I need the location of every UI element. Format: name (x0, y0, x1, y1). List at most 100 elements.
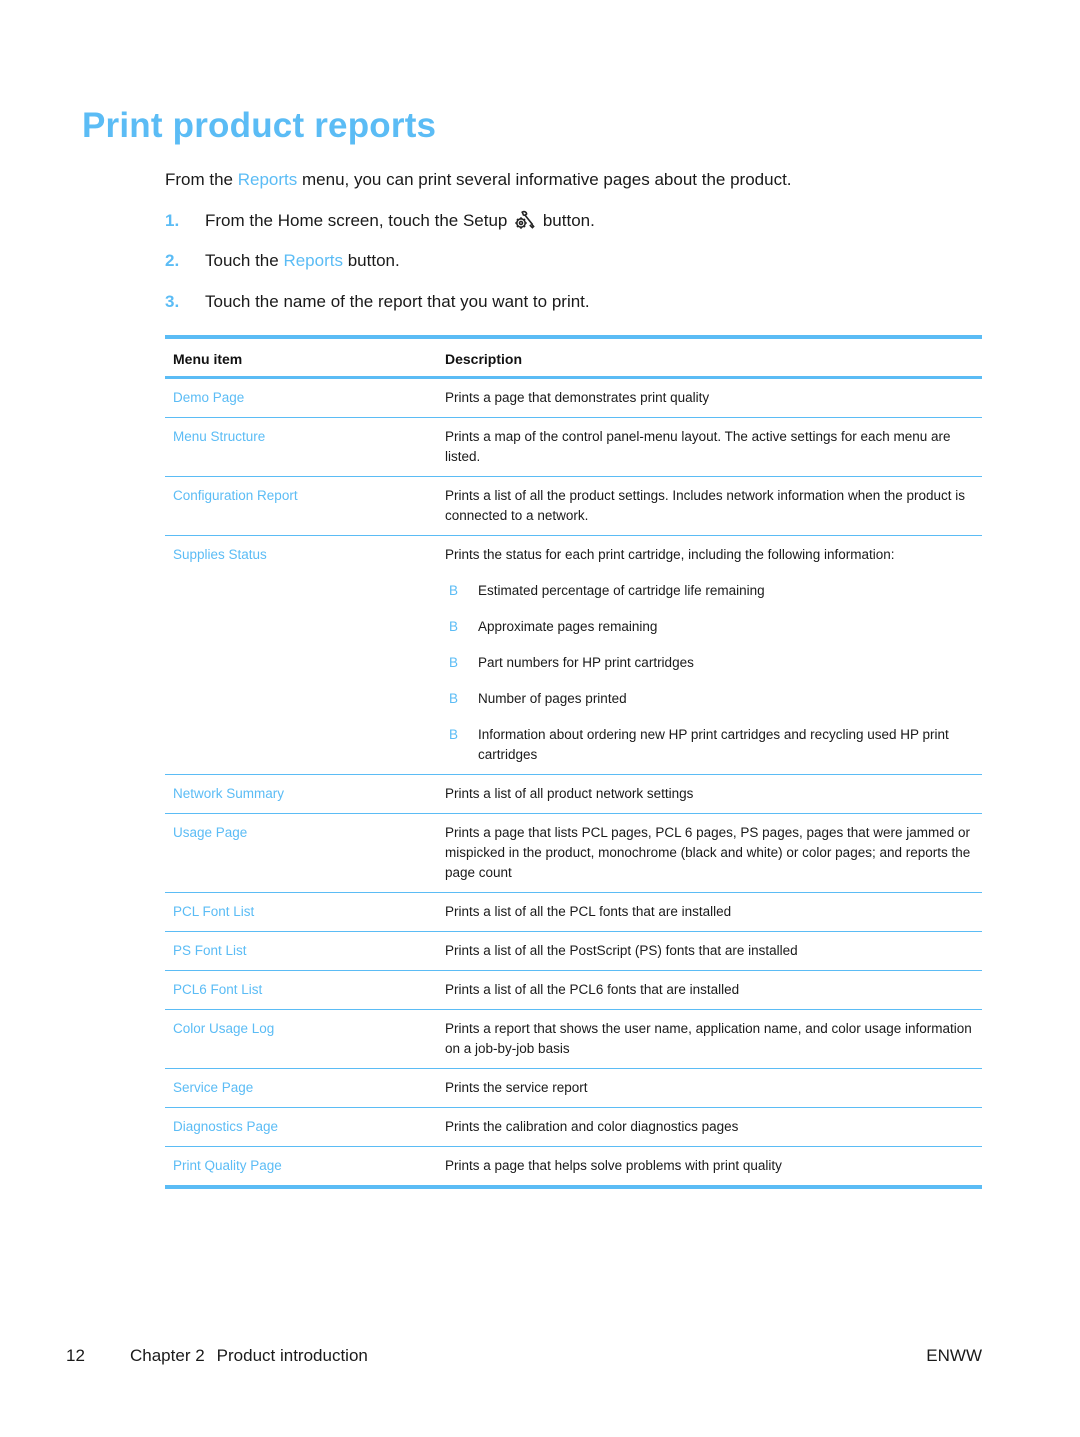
bullet-text: Estimated percentage of cartridge life r… (478, 583, 765, 598)
bullet-text: Part numbers for HP print cartridges (478, 655, 694, 670)
bullet-marker-icon: B (449, 691, 459, 706)
description-cell: Prints a page that demonstrates print qu… (437, 377, 982, 418)
step-number: 1. (165, 211, 180, 230)
intro-paragraph: From the Reports menu, you can print sev… (165, 170, 792, 190)
bullet-item: B Information about ordering new HP print… (445, 725, 974, 765)
table-row: Demo Page Prints a page that demonstrates… (165, 377, 982, 418)
description-cell: Prints a page that lists PCL pages, PCL … (437, 813, 982, 893)
menu-item-cell: Configuration Report (165, 476, 437, 536)
table-row: PS Font List Prints a list of all the Pos… (165, 931, 982, 971)
reports-button-link[interactable]: Reports (283, 251, 343, 270)
bullet-item: B Part numbers for HP print cartridges (445, 653, 974, 673)
chapter-number: Chapter 2 (130, 1346, 205, 1365)
menu-item-cell: Supplies Status (165, 535, 437, 775)
step-text: From the Home screen, touch the Setup (205, 211, 513, 230)
page-number: 12 (66, 1346, 85, 1365)
menu-item-link[interactable]: PS Font List (173, 943, 247, 958)
menu-item-cell: PCL6 Font List (165, 970, 437, 1010)
description-cell: Prints the calibration and color diagnos… (437, 1107, 982, 1147)
bullet-marker-icon: B (449, 727, 459, 742)
step-2: 2. Touch the Reports button. (165, 251, 595, 292)
menu-item-link[interactable]: Network Summary (173, 786, 284, 801)
menu-item-cell: Service Page (165, 1068, 437, 1108)
locale-code: ENWW (926, 1346, 982, 1365)
description-cell: Prints a list of all the PCL fonts that … (437, 892, 982, 932)
table-row: PCL Font List Prints a list of all the PC… (165, 892, 982, 932)
menu-item-link[interactable]: Diagnostics Page (173, 1119, 278, 1134)
menu-item-link[interactable]: Supplies Status (173, 547, 267, 562)
description-text: Prints a page that lists PCL pages, PCL … (445, 825, 971, 880)
step-text-after: button. (342, 251, 400, 270)
page-title: Print product reports (82, 106, 437, 145)
table-row: Supplies Status Prints the status for eac… (165, 535, 982, 775)
description-text: Prints a page that helps solve problems … (445, 1158, 782, 1173)
table-row: Network Summary Prints a list of all prod… (165, 774, 982, 814)
step-text: Touch the name of the report that you wa… (205, 292, 590, 311)
bullet-text: Number of pages printed (478, 691, 627, 706)
description-cell: Prints a list of all the PostScript (PS)… (437, 931, 982, 971)
menu-item-cell: Demo Page (165, 377, 437, 418)
description-text: Prints the calibration and color diagnos… (445, 1119, 739, 1134)
menu-item-link[interactable]: Color Usage Log (173, 1021, 274, 1036)
menu-item-link[interactable]: Service Page (173, 1080, 253, 1095)
intro-text-before: From the (165, 170, 238, 189)
description-text: Prints a list of all the PCL6 fonts that… (445, 982, 740, 997)
description-text: Prints the service report (445, 1080, 588, 1095)
table-row: Menu Structure Prints a map of the contro… (165, 417, 982, 477)
step-number: 3. (165, 292, 180, 311)
header-menu-item: Menu item (165, 337, 437, 379)
intro-text-after: menu, you can print several informative … (297, 170, 792, 189)
description-text: Prints a list of all the PostScript (PS)… (445, 943, 798, 958)
description-text: Prints a list of all the product setting… (445, 488, 966, 523)
menu-item-link[interactable]: Usage Page (173, 825, 247, 840)
table-row: Diagnostics Page Prints the calibration a… (165, 1107, 982, 1147)
description-text: Prints a list of all the PCL fonts that … (445, 904, 732, 919)
table-row: Configuration Report Prints a list of all… (165, 476, 982, 536)
menu-item-cell: Color Usage Log (165, 1009, 437, 1069)
bullet-text: Information about ordering new HP print … (478, 727, 949, 762)
setup-icon (514, 210, 536, 230)
step-number: 2. (165, 251, 180, 270)
table-body: Demo Page Prints a page that demonstrates… (165, 377, 982, 1188)
menu-item-link[interactable]: Menu Structure (173, 429, 265, 444)
table-row: Color Usage Log Prints a report that show… (165, 1009, 982, 1069)
description-cell: Prints the status for each print cartrid… (437, 535, 982, 775)
description-text: Prints the status for each print cartrid… (445, 547, 895, 562)
description-cell: Prints a list of all product network set… (437, 774, 982, 814)
menu-item-link[interactable]: Demo Page (173, 390, 244, 405)
bullet-item: B Estimated percentage of cartridge life … (445, 581, 974, 601)
description-text: Prints a page that demonstrates print qu… (445, 390, 710, 405)
step-3: 3. Touch the name of the report that you … (165, 292, 595, 333)
description-cell: Prints a list of all the product setting… (437, 476, 982, 536)
reports-link[interactable]: Reports (238, 170, 298, 189)
menu-item-cell: Menu Structure (165, 417, 437, 477)
table-row: Usage Page Prints a page that lists PCL p… (165, 813, 982, 893)
menu-item-cell: Usage Page (165, 813, 437, 893)
menu-item-link[interactable]: PCL Font List (173, 904, 254, 919)
step-text-after: button. (538, 211, 595, 230)
description-text: Prints a report that shows the user name… (445, 1021, 972, 1056)
bullet-marker-icon: B (449, 619, 459, 634)
step-1: 1. From the Home screen, touch the Setup … (165, 210, 595, 251)
bullet-list: B Estimated percentage of cartridge life … (445, 581, 974, 765)
table-row: PCL6 Font List Prints a list of all the P… (165, 970, 982, 1010)
bullet-item: B Number of pages printed (445, 689, 974, 709)
menu-item-cell: PCL Font List (165, 892, 437, 932)
table-row: Service Page Prints the service report (165, 1068, 982, 1108)
menu-item-cell: Print Quality Page (165, 1147, 437, 1188)
header-description: Description (437, 337, 982, 379)
bullet-marker-icon: B (449, 655, 459, 670)
menu-item-cell: Network Summary (165, 774, 437, 814)
description-cell: Prints a map of the control panel-menu l… (437, 417, 982, 477)
menu-item-cell: PS Font List (165, 931, 437, 971)
menu-item-link[interactable]: PCL6 Font List (173, 982, 262, 997)
menu-item-link[interactable]: Configuration Report (173, 488, 298, 503)
description-cell: Prints the service report (437, 1068, 982, 1108)
table-header-row: Menu item Description (165, 337, 982, 379)
reports-table: Menu item Description Demo Page Prints a … (165, 335, 982, 1189)
chapter-title: Product introduction (216, 1346, 368, 1365)
chapter-label: Chapter 2 Product introduction (130, 1346, 368, 1366)
steps-list: 1. From the Home screen, touch the Setup … (165, 210, 595, 333)
step-text: Touch the (205, 251, 284, 270)
menu-item-link[interactable]: Print Quality Page (173, 1158, 282, 1173)
